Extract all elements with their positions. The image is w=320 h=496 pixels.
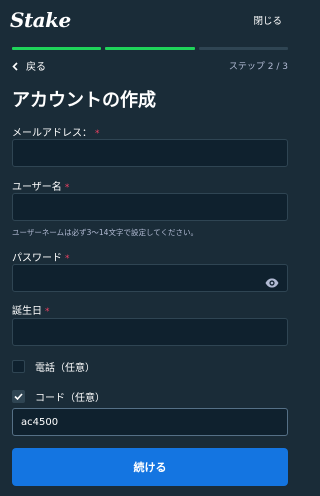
continue-button[interactable]: 続ける [12,448,288,486]
phone-checkbox[interactable] [12,360,25,373]
password-field[interactable] [12,264,288,292]
birthdate-field[interactable] [12,318,288,346]
password-label-text: パスワード [12,253,62,264]
stake-logo[interactable]: Stake [10,8,71,32]
code-input[interactable] [13,409,287,435]
email-label-text: メールアドレス： [12,128,92,139]
password-label: パスワード * [12,249,70,264]
username-hint: ユーザーネームは必ず3～14文字で設定してください。 [12,228,198,237]
code-option-label: コード（任意） [35,393,105,404]
back-label: 戻る [26,61,46,73]
email-input[interactable] [13,140,287,166]
continue-label: 続ける [133,461,167,474]
required-mark: * [45,307,50,317]
required-mark: * [65,254,70,264]
email-label: メールアドレス： * [12,124,100,139]
sub-nav: 戻る ステップ 2 / 3 [12,56,288,74]
page-title: アカウントの作成 [12,90,156,111]
eye-icon[interactable] [265,273,279,288]
email-field[interactable] [12,139,288,167]
password-input[interactable] [13,265,287,291]
phone-option-label: 電話（任意） [35,363,95,374]
code-checkbox[interactable] [12,390,25,403]
username-input[interactable] [13,194,287,220]
code-field[interactable] [12,408,288,436]
back-button[interactable]: 戻る [12,56,46,75]
check-icon [14,393,23,400]
required-mark: * [95,129,100,139]
username-field[interactable] [12,193,288,221]
username-label: ユーザー名 * [12,178,69,193]
birthdate-input[interactable] [13,319,287,345]
top-bar: Stake 閉じる [0,0,300,40]
close-button[interactable]: 閉じる [253,13,282,27]
required-mark: * [64,183,70,193]
step-progress [12,47,288,50]
username-label-text: ユーザー名 [12,182,62,193]
progress-segment-1 [12,47,102,50]
birthdate-label-text: 誕生日 [12,306,42,317]
progress-segment-2 [105,47,195,50]
phone-option[interactable]: 電話（任意） [12,359,95,374]
code-option[interactable]: コード（任意） [12,389,105,404]
chevron-left-icon [12,56,18,75]
birthdate-label: 誕生日 * [12,302,50,317]
step-indicator: ステップ 2 / 3 [228,61,288,72]
progress-segment-3 [198,47,288,50]
